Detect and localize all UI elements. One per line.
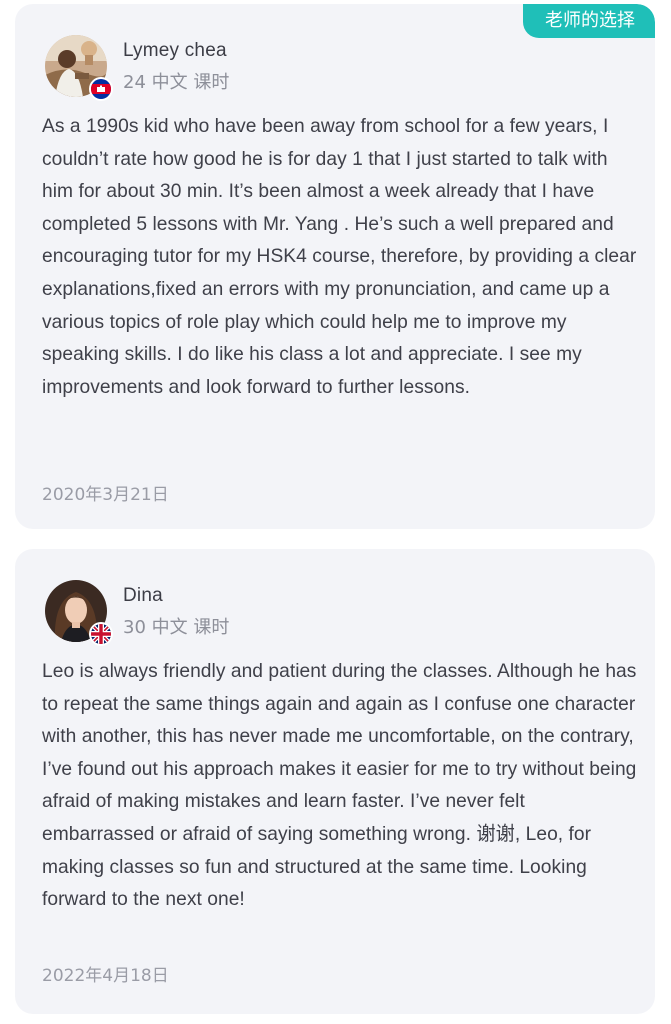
lesson-count: 30 中文 课时	[123, 617, 230, 638]
lesson-count: 24 中文 课时	[123, 72, 230, 93]
review-text: As a 1990s kid who have been away from s…	[42, 116, 637, 398]
avatar[interactable]	[45, 35, 113, 101]
review-text: Leo is always friendly and patient durin…	[42, 661, 637, 911]
review-card: 老师的选择 Lymey chea 24 中文 课时 As a 1990s kid…	[15, 4, 655, 529]
uk-flag-icon	[89, 622, 113, 646]
review-date: 2020年3月21日	[42, 485, 169, 505]
reviewer-name: Dina	[123, 585, 163, 606]
teacher-choice-badge: 老师的选择	[523, 4, 655, 38]
reviewer-name: Lymey chea	[123, 40, 227, 61]
cambodia-flag-icon	[89, 77, 113, 101]
review-card: Dina 30 中文 课时 Leo is always friendly and…	[15, 549, 655, 1014]
review-date: 2022年4月18日	[42, 966, 169, 986]
avatar[interactable]	[45, 580, 113, 646]
